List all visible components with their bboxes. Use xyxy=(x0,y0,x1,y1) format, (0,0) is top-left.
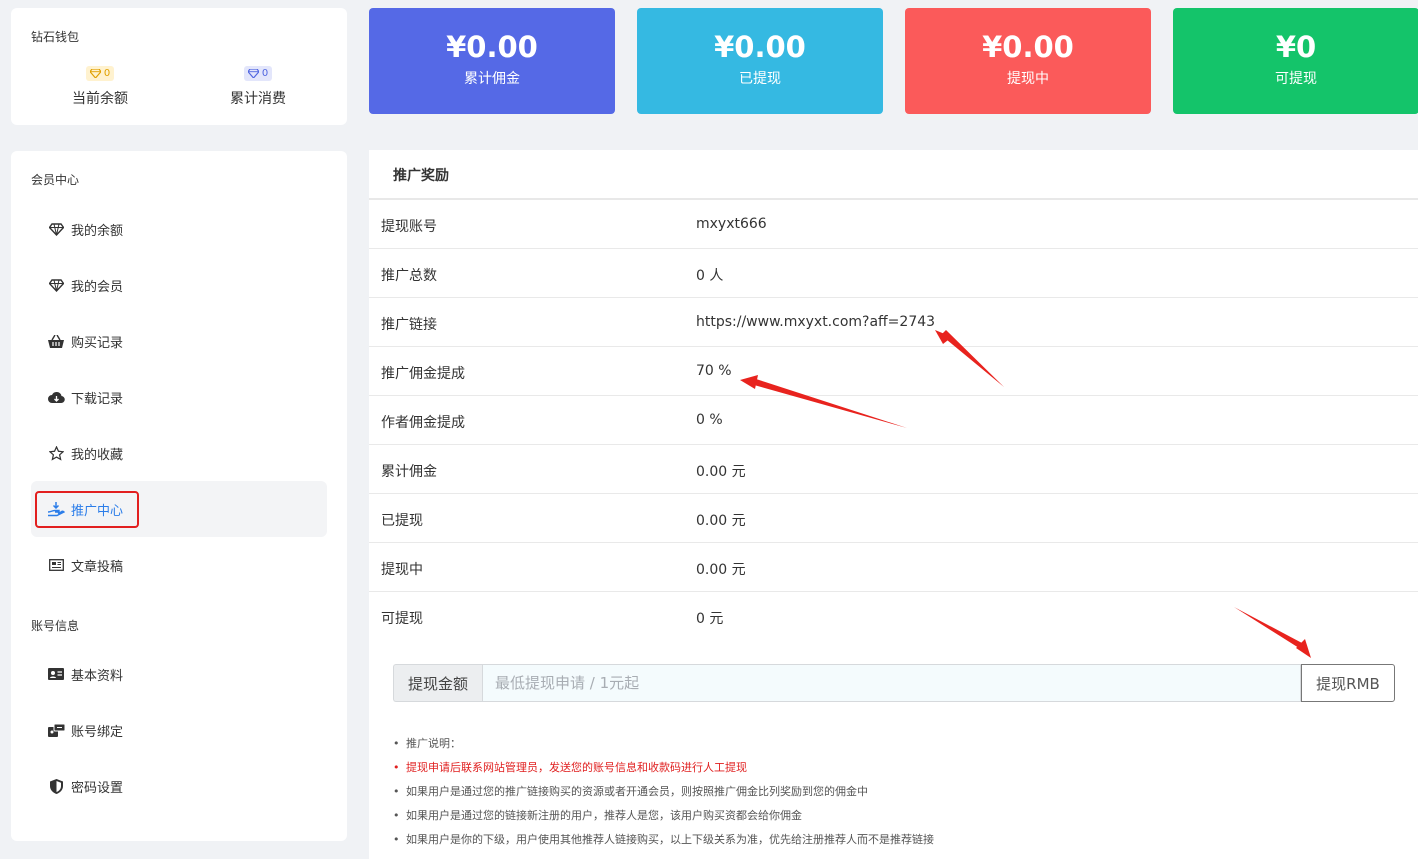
sidebar-item-account-binding[interactable]: 账号绑定 xyxy=(31,702,327,758)
sidebar-item-downloads[interactable]: 下载记录 xyxy=(31,369,327,425)
row-key: 可提现 xyxy=(381,611,423,627)
page-title: 推广奖励 xyxy=(393,168,449,184)
info-row: 推广总数 0 人 xyxy=(369,249,1418,298)
row-value: 0.00 元 xyxy=(696,464,746,480)
sidebar-item-label: 我的余额 xyxy=(71,223,124,239)
stat-label: 可提现 xyxy=(1275,71,1317,87)
info-row: 累计佣金 0.00 元 xyxy=(369,445,1418,494)
member-center-title: 会员中心 xyxy=(31,173,80,187)
row-key: 推广总数 xyxy=(381,268,437,284)
sidebar-item-label: 购买记录 xyxy=(71,335,124,351)
stat-label: 提现中 xyxy=(1007,71,1049,87)
stat-withdrawn: ¥0.00 已提现 xyxy=(637,8,883,114)
row-value: 0.00 元 xyxy=(696,562,746,578)
promotion-panel: 推广奖励 提现账号 mxyxt666 推广总数 0 人 推广链接 https:/… xyxy=(369,150,1418,859)
info-row: 已提现 0.00 元 xyxy=(369,494,1418,543)
sidebar-item-favorites[interactable]: 我的收藏 xyxy=(31,425,327,481)
note-item: 如果用户是你的下级，用户使用其他推荐人链接购买，以上下级关系为准，优先给注册推荐… xyxy=(393,832,934,856)
sidebar-item-label: 下载记录 xyxy=(71,391,124,407)
row-value: 70 % xyxy=(696,363,732,379)
wallet-title: 钻石钱包 xyxy=(31,30,80,44)
current-balance[interactable]: 0 当前余额 xyxy=(30,63,170,108)
info-row: 推广佣金提成 70 % xyxy=(369,347,1418,396)
info-row: 可提现 0 元 xyxy=(369,592,1418,641)
stat-available: ¥0 可提现 xyxy=(1173,8,1418,114)
row-key: 推广链接 xyxy=(381,317,437,333)
account-info-title: 账号信息 xyxy=(31,619,80,633)
diamond-icon xyxy=(47,276,65,294)
row-value: 0 % xyxy=(696,412,723,428)
sidebar-item-membership[interactable]: 我的会员 xyxy=(31,257,327,313)
diamond-icon xyxy=(47,220,65,238)
sidebar-item-password[interactable]: 密码设置 xyxy=(31,758,327,814)
spent-badge: 0 xyxy=(243,66,273,81)
balance-badge: 0 xyxy=(85,66,115,81)
sidebar-item-profile[interactable]: 基本资料 xyxy=(31,646,327,702)
basket-icon xyxy=(47,332,65,350)
highlight-box xyxy=(35,491,139,528)
sidebar-item-label: 文章投稿 xyxy=(71,559,124,575)
row-key: 提现账号 xyxy=(381,219,437,235)
total-spent[interactable]: 0 累计消费 xyxy=(188,63,328,108)
row-key: 累计佣金 xyxy=(381,464,437,480)
stat-label: 累计佣金 xyxy=(464,71,520,87)
id-card-icon xyxy=(47,665,65,683)
sidebar-item-label: 我的会员 xyxy=(71,279,124,295)
note-item: 如果用户是通过您的链接新注册的用户，推荐人是您，该用户购买资都会给你佣金 xyxy=(393,808,934,832)
newspaper-icon xyxy=(47,556,65,574)
row-key: 提现中 xyxy=(381,562,423,578)
diamond-icon xyxy=(247,69,259,78)
sidebar-item-submit-article[interactable]: 文章投稿 xyxy=(31,537,327,593)
balance-badge-value: 0 xyxy=(103,68,111,79)
info-row: 作者佣金提成 0 % xyxy=(369,396,1418,445)
row-value: 0.00 元 xyxy=(696,513,746,529)
info-row: 提现中 0.00 元 xyxy=(369,543,1418,592)
sidebar-item-label: 密码设置 xyxy=(71,780,124,796)
note-item: 推广说明： xyxy=(393,736,934,760)
row-key: 已提现 xyxy=(381,513,423,529)
stat-amount: ¥0.00 xyxy=(714,30,806,64)
note-item: 如果用户是通过您的推广链接购买的资源或者开通会员，则按照推广佣金比列奖励到您的佣… xyxy=(393,784,934,808)
spent-badge-value: 0 xyxy=(261,68,269,79)
link-icon xyxy=(47,721,65,739)
sidebar-item-label: 基本资料 xyxy=(71,668,124,684)
shield-icon xyxy=(47,777,65,795)
stat-amount: ¥0 xyxy=(1275,30,1317,64)
star-icon xyxy=(47,444,65,462)
sidebar-item-balance[interactable]: 我的余额 xyxy=(31,201,327,257)
withdraw-form: 提现金额 提现RMB xyxy=(393,664,1395,702)
row-value: mxyxt666 xyxy=(696,216,767,232)
promotion-notes: 推广说明： 提现申请后联系网站管理员，发送您的账号信息和收款码进行人工提现 如果… xyxy=(393,736,934,856)
cloud-download-icon xyxy=(47,388,65,406)
sidebar: 会员中心 我的余额 我的会员 购买记录 下载记录 我的收藏 推广中心 文章投稿 … xyxy=(11,151,347,841)
info-row: 提现账号 mxyxt666 xyxy=(369,200,1418,249)
spent-label: 累计消费 xyxy=(230,91,286,107)
stat-pending: ¥0.00 提现中 xyxy=(905,8,1151,114)
row-key: 作者佣金提成 xyxy=(381,415,465,431)
row-value: 0 人 xyxy=(696,268,724,284)
sidebar-item-label: 账号绑定 xyxy=(71,724,124,740)
stat-amount: ¥0.00 xyxy=(446,30,538,64)
sidebar-item-purchases[interactable]: 购买记录 xyxy=(31,313,327,369)
balance-label: 当前余额 xyxy=(72,91,128,107)
diamond-icon xyxy=(89,69,101,78)
row-key: 推广佣金提成 xyxy=(381,366,465,382)
stat-label: 已提现 xyxy=(739,71,781,87)
withdraw-amount-label: 提现金额 xyxy=(393,664,482,702)
stat-total-commission: ¥0.00 累计佣金 xyxy=(369,8,615,114)
wallet-card: 钻石钱包 0 当前余额 0 累计消费 xyxy=(11,8,347,125)
row-value: 0 元 xyxy=(696,611,724,627)
stat-amount: ¥0.00 xyxy=(982,30,1074,64)
info-row: 推广链接 https://www.mxyxt.com?aff=2743 xyxy=(369,298,1418,347)
withdraw-amount-input[interactable] xyxy=(482,664,1301,702)
withdraw-button[interactable]: 提现RMB xyxy=(1301,664,1395,702)
promo-link[interactable]: https://www.mxyxt.com?aff=2743 xyxy=(696,314,935,330)
sidebar-item-label: 我的收藏 xyxy=(71,447,124,463)
note-item: 提现申请后联系网站管理员，发送您的账号信息和收款码进行人工提现 xyxy=(393,760,934,784)
